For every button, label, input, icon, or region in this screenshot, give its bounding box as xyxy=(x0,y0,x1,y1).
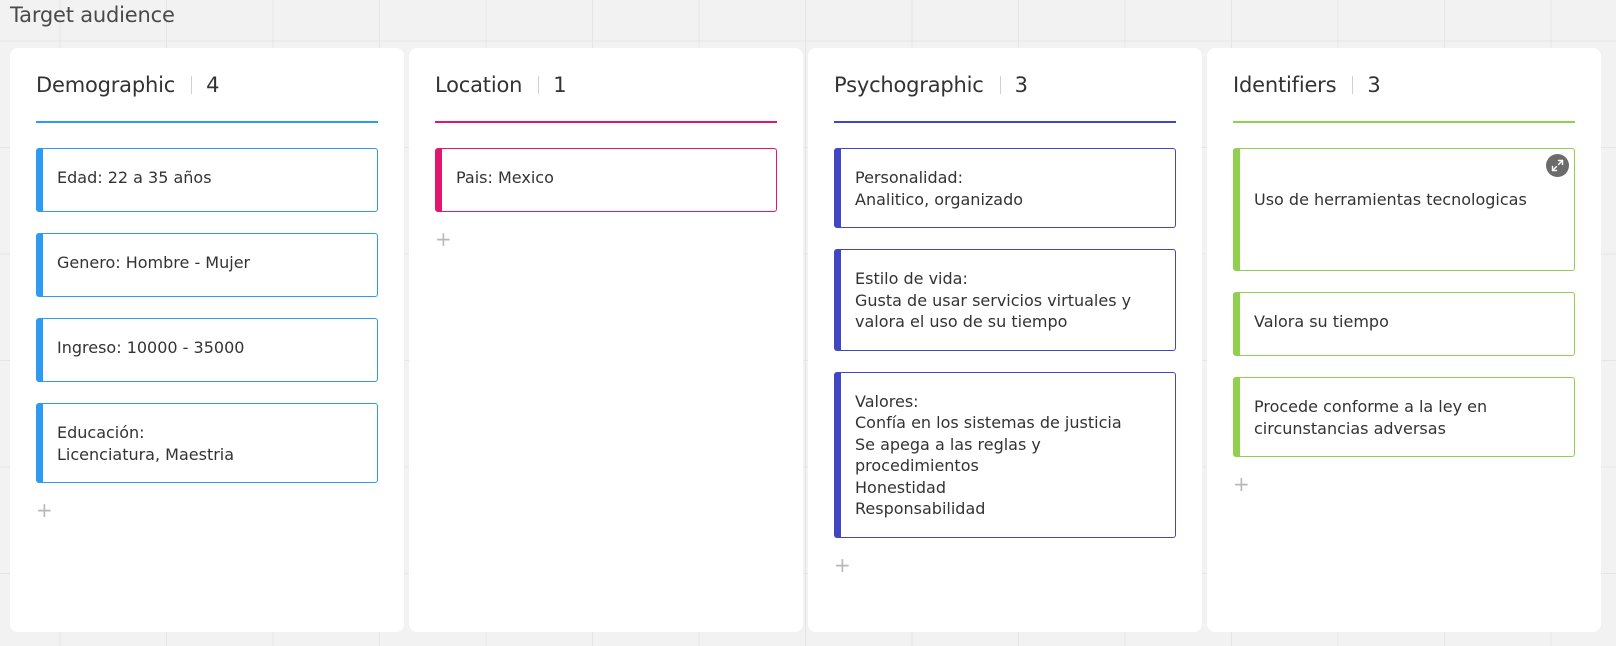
card-count: 3 xyxy=(1367,73,1381,97)
header-divider xyxy=(1352,76,1354,94)
kanban-columns: Demographic 4 Edad: 22 a 35 años Genero:… xyxy=(10,48,1601,632)
add-card-icon[interactable]: + xyxy=(1233,474,1250,494)
card[interactable]: Valores: Confía en los sistemas de justi… xyxy=(834,371,1176,538)
card-text: Personalidad: Analitico, organizado xyxy=(855,168,1024,209)
card-count: 3 xyxy=(1014,73,1028,97)
column-location: Location 1 Pais: Mexico + xyxy=(409,48,803,632)
card[interactable]: Valora su tiempo xyxy=(1233,292,1575,356)
card[interactable]: Ingreso: 10000 - 35000 xyxy=(36,318,378,382)
column-color-line xyxy=(1233,121,1575,123)
card[interactable]: Uso de herramientas tecnologicas xyxy=(1233,148,1575,271)
card[interactable]: Procede conforme a la ley en circunstanc… xyxy=(1233,377,1575,457)
card[interactable]: Personalidad: Analitico, organizado xyxy=(834,148,1176,228)
card-text: Educación: Licenciatura, Maestria xyxy=(57,423,235,464)
column-demographic: Demographic 4 Edad: 22 a 35 años Genero:… xyxy=(10,48,404,632)
card-count: 4 xyxy=(206,73,220,97)
column-header: Demographic 4 xyxy=(36,70,378,100)
header-divider xyxy=(538,76,540,94)
column-color-line xyxy=(36,121,378,123)
card-text: Pais: Mexico xyxy=(456,168,554,187)
card-text: Genero: Hombre - Mujer xyxy=(57,253,251,272)
card-text: Edad: 22 a 35 años xyxy=(57,168,212,187)
column-color-line xyxy=(834,121,1176,123)
column-psychographic: Psychographic 3 Personalidad: Analitico,… xyxy=(808,48,1202,632)
column-title[interactable]: Location xyxy=(435,73,522,97)
header-divider xyxy=(999,76,1001,94)
card[interactable]: Educación: Licenciatura, Maestria xyxy=(36,403,378,483)
card-text: Procede conforme a la ley en circunstanc… xyxy=(1254,397,1488,438)
expand-icon[interactable] xyxy=(1546,154,1569,177)
add-card-icon[interactable]: + xyxy=(36,500,53,520)
header-divider xyxy=(191,76,193,94)
card-count: 1 xyxy=(553,73,567,97)
column-title[interactable]: Demographic xyxy=(36,73,175,97)
column-header: Psychographic 3 xyxy=(834,70,1176,100)
card[interactable]: Genero: Hombre - Mujer xyxy=(36,233,378,297)
column-color-line xyxy=(435,121,777,123)
card-text: Ingreso: 10000 - 35000 xyxy=(57,338,245,357)
card-text: Uso de herramientas tecnologicas xyxy=(1254,189,1527,209)
card-text: Estilo de vida: Gusta de usar servicios … xyxy=(855,269,1132,331)
column-identifiers: Identifiers 3 Uso de herramientas tecnol… xyxy=(1207,48,1601,632)
card[interactable]: Estilo de vida: Gusta de usar servicios … xyxy=(834,249,1176,351)
card-text: Valora su tiempo xyxy=(1254,312,1389,331)
column-header: Location 1 xyxy=(435,70,777,100)
add-card-icon[interactable]: + xyxy=(435,229,452,249)
board-title: Target audience xyxy=(10,3,175,27)
column-title[interactable]: Psychographic xyxy=(834,73,984,97)
expand-arrows-icon xyxy=(1551,159,1564,172)
card[interactable]: Edad: 22 a 35 años xyxy=(36,148,378,212)
column-header: Identifiers 3 xyxy=(1233,70,1575,100)
add-card-icon[interactable]: + xyxy=(834,555,851,575)
card-text: Valores: Confía en los sistemas de justi… xyxy=(855,391,1122,519)
card[interactable]: Pais: Mexico xyxy=(435,148,777,212)
column-title[interactable]: Identifiers xyxy=(1233,73,1337,97)
